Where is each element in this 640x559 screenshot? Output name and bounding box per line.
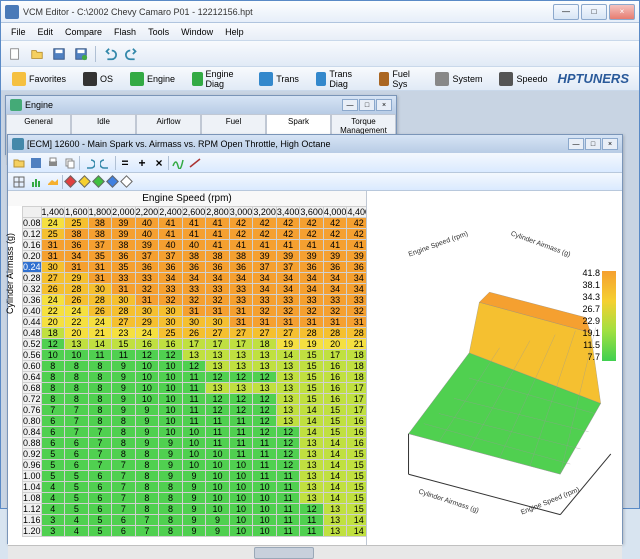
- table-close-button[interactable]: ×: [602, 138, 618, 150]
- open-icon[interactable]: [11, 155, 27, 171]
- blue-marker-icon[interactable]: [106, 175, 119, 188]
- surface-plot: [367, 191, 622, 545]
- undo-icon[interactable]: [100, 44, 120, 64]
- green-marker-icon[interactable]: [92, 175, 105, 188]
- grid-view-icon[interactable]: [11, 174, 27, 190]
- nav-trans[interactable]: Trans: [252, 69, 306, 89]
- menu-compare[interactable]: Compare: [59, 27, 108, 37]
- nav-engine[interactable]: Engine: [123, 69, 182, 89]
- h-scrollbar[interactable]: [8, 545, 622, 559]
- speedo-icon: [499, 72, 513, 86]
- table-toolbar2: [8, 173, 622, 191]
- engine-min-button[interactable]: —: [342, 99, 358, 111]
- mdi-area: Engine — □ × GeneralIdleAirflowFuelSpark…: [1, 91, 639, 508]
- engine-diag-icon: [192, 72, 202, 86]
- main-toolbar: [1, 41, 639, 67]
- menubar: FileEditCompareFlashToolsWindowHelp: [1, 23, 639, 41]
- y-axis-label: Cylinder Airmass (g): [8, 233, 15, 314]
- nav-engine-diag[interactable]: Engine Diag: [185, 66, 249, 92]
- menu-window[interactable]: Window: [175, 27, 219, 37]
- trans-diag-icon: [316, 72, 326, 86]
- times-icon[interactable]: ×: [151, 155, 167, 171]
- close-button[interactable]: ×: [609, 4, 635, 20]
- redo-icon[interactable]: [122, 44, 142, 64]
- table-titlebar: [ECM] 12600 - Main Spark vs. Airmass vs.…: [8, 135, 622, 153]
- table-toolbar1: = + ×: [8, 153, 622, 173]
- scroll-thumb[interactable]: [254, 547, 314, 559]
- save-icon[interactable]: [49, 44, 69, 64]
- copy-icon[interactable]: [62, 155, 78, 171]
- plus-icon[interactable]: +: [134, 155, 150, 171]
- titlebar: VCM Editor - C:\2002 Chevy Camaro P01 - …: [1, 1, 639, 23]
- nav-toolbar: FavoritesOSEngineEngine DiagTransTrans D…: [1, 67, 639, 91]
- nav-speedo[interactable]: Speedo: [492, 69, 554, 89]
- undo-icon[interactable]: [81, 155, 97, 171]
- engine-titlebar: Engine — □ ×: [6, 96, 396, 114]
- equals-icon[interactable]: =: [117, 155, 133, 171]
- app-icon: [5, 5, 19, 19]
- save-as-icon[interactable]: [71, 44, 91, 64]
- fuel-sys-icon: [379, 72, 389, 86]
- chart-view-icon[interactable]: [28, 174, 44, 190]
- redo-icon[interactable]: [98, 155, 114, 171]
- menu-edit[interactable]: Edit: [32, 27, 60, 37]
- table-content: Cylinder Airmass (g) Engine Speed (rpm) …: [8, 191, 622, 545]
- table-window: [ECM] 12600 - Main Spark vs. Airmass vs.…: [7, 134, 623, 544]
- menu-tools[interactable]: Tools: [142, 27, 175, 37]
- grid-title: Engine Speed (rpm): [8, 191, 366, 206]
- print-icon[interactable]: [45, 155, 61, 171]
- table-max-button[interactable]: □: [585, 138, 601, 150]
- favorites-icon: [12, 72, 26, 86]
- engine-title: Engine: [25, 100, 53, 110]
- data-grid[interactable]: 1,4001,6001,8002,0002,2002,4002,6002,800…: [22, 206, 366, 537]
- white-marker-icon[interactable]: [120, 175, 133, 188]
- nav-favorites[interactable]: Favorites: [5, 69, 73, 89]
- table-min-button[interactable]: —: [568, 138, 584, 150]
- table-icon: [12, 138, 24, 150]
- menu-file[interactable]: File: [5, 27, 32, 37]
- grid-panel: Cylinder Airmass (g) Engine Speed (rpm) …: [8, 191, 366, 545]
- nav-os[interactable]: OS: [76, 69, 120, 89]
- window-controls: — □ ×: [553, 4, 635, 20]
- save-icon[interactable]: [28, 155, 44, 171]
- yellow-marker-icon[interactable]: [78, 175, 91, 188]
- window-title: VCM Editor - C:\2002 Chevy Camaro P01 - …: [23, 7, 553, 17]
- red-marker-icon[interactable]: [64, 175, 77, 188]
- trans-icon: [259, 72, 273, 86]
- nav-trans-diag[interactable]: Trans Diag: [309, 66, 369, 92]
- menu-flash[interactable]: Flash: [108, 27, 142, 37]
- main-window: VCM Editor - C:\2002 Chevy Camaro P01 - …: [0, 0, 640, 509]
- nav-fuel-sys[interactable]: Fuel Sys: [372, 66, 425, 92]
- engine-icon: [10, 99, 22, 111]
- engine-icon: [130, 72, 144, 86]
- new-icon[interactable]: [5, 44, 25, 64]
- smooth-icon[interactable]: [170, 155, 186, 171]
- surface-view-icon[interactable]: [45, 174, 61, 190]
- nav-system[interactable]: System: [428, 69, 489, 89]
- menu-help[interactable]: Help: [219, 27, 250, 37]
- os-icon: [83, 72, 97, 86]
- interp-icon[interactable]: [187, 155, 203, 171]
- surface-panel[interactable]: Engine Speed (rpm) Cylinder Airmass (g) …: [366, 191, 622, 545]
- engine-max-button[interactable]: □: [359, 99, 375, 111]
- brand-logo: HPTUNERS: [557, 71, 629, 86]
- system-icon: [435, 72, 449, 86]
- minimize-button[interactable]: —: [553, 4, 579, 20]
- engine-close-button[interactable]: ×: [376, 99, 392, 111]
- colorbar: [602, 271, 616, 361]
- colorbar-labels: 41.838.134.326.722.919.111.57.7: [582, 267, 600, 363]
- table-title: [ECM] 12600 - Main Spark vs. Airmass vs.…: [27, 139, 330, 149]
- maximize-button[interactable]: □: [581, 4, 607, 20]
- open-icon[interactable]: [27, 44, 47, 64]
